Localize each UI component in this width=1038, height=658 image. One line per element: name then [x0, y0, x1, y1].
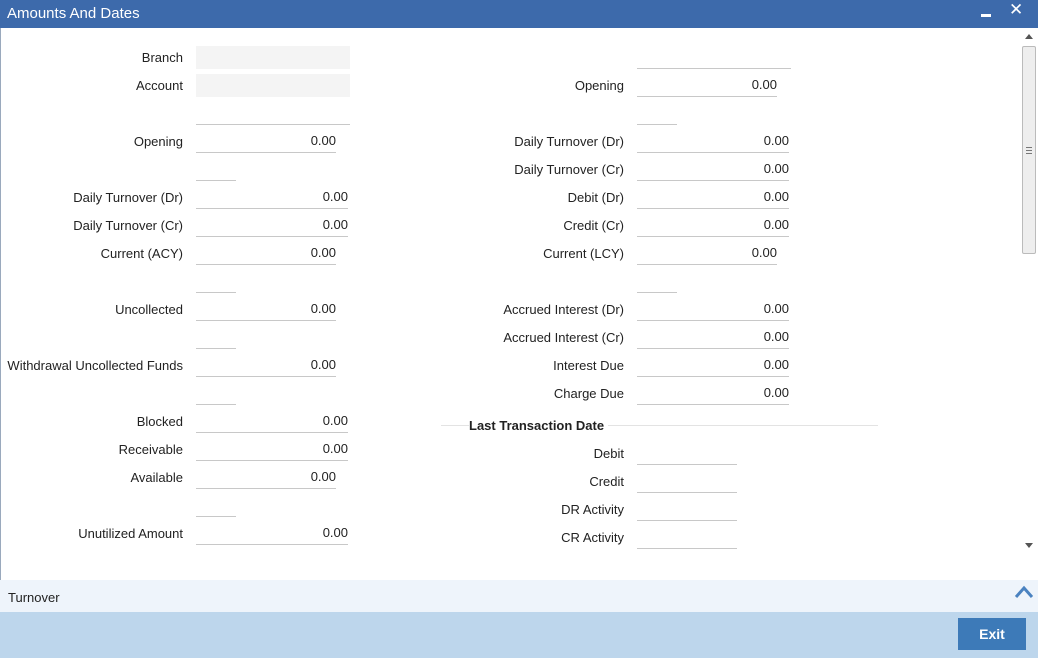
charge-due-label: Charge Due: [553, 386, 624, 401]
receivable-field[interactable]: 0.00: [196, 438, 348, 461]
branch-label: Branch: [141, 50, 183, 65]
footer-bar: Exit: [0, 612, 1038, 658]
left-opening-label: Opening: [133, 134, 183, 149]
left-turnover-ccy-field[interactable]: [196, 158, 236, 181]
cr-activity-label: CR Activity: [561, 530, 624, 545]
amounts-dates-form: Branch Account Opening 0.00 Daily Turnov…: [1, 28, 1021, 580]
left-daily-turnover-cr-field[interactable]: 0.00: [196, 214, 348, 237]
unutilized-ccy-field[interactable]: [196, 494, 236, 517]
right-currency-field[interactable]: [637, 46, 791, 69]
debit-dr-field[interactable]: 0.00: [637, 186, 789, 209]
last-credit-label: Credit: [589, 474, 624, 489]
chevron-up-icon[interactable]: [1014, 584, 1034, 600]
left-daily-turnover-cr-label: Daily Turnover (Cr): [73, 218, 183, 233]
vertical-scrollbar[interactable]: [1021, 28, 1038, 552]
dr-activity-label: DR Activity: [561, 502, 624, 517]
turnover-section-header[interactable]: Turnover: [0, 580, 1038, 612]
last-debit-date-field[interactable]: [637, 442, 737, 465]
close-icon[interactable]: ✕: [1009, 1, 1023, 19]
scroll-grip-icon: [1026, 147, 1032, 154]
right-turnover-ccy-field[interactable]: [637, 102, 677, 125]
branch-field[interactable]: [196, 46, 350, 69]
minimize-icon[interactable]: [981, 14, 991, 17]
accrued-interest-dr-field[interactable]: 0.00: [637, 298, 789, 321]
left-currency-field[interactable]: [196, 102, 350, 125]
uncollected-ccy-field[interactable]: [196, 270, 236, 293]
accrued-interest-cr-field[interactable]: 0.00: [637, 326, 789, 349]
scroll-down-arrow-icon[interactable]: [1025, 543, 1033, 548]
right-daily-turnover-cr-label: Daily Turnover (Cr): [514, 162, 624, 177]
right-daily-turnover-dr-field[interactable]: 0.00: [637, 130, 789, 153]
available-label: Available: [130, 470, 183, 485]
credit-cr-label: Credit (Cr): [563, 218, 624, 233]
current-acy-field[interactable]: 0.00: [196, 242, 336, 265]
unutilized-amount-label: Unutilized Amount: [78, 526, 183, 541]
available-field[interactable]: 0.00: [196, 466, 336, 489]
right-daily-turnover-cr-field[interactable]: 0.00: [637, 158, 789, 181]
left-daily-turnover-dr-field[interactable]: 0.00: [196, 186, 348, 209]
current-lcy-label: Current (LCY): [543, 246, 624, 261]
unutilized-amount-field[interactable]: 0.00: [196, 522, 348, 545]
uncollected-field[interactable]: 0.00: [196, 298, 336, 321]
exit-button[interactable]: Exit: [958, 618, 1026, 650]
left-opening-field[interactable]: 0.00: [196, 130, 336, 153]
turnover-label: Turnover: [8, 590, 60, 605]
last-debit-label: Debit: [593, 446, 624, 461]
right-daily-turnover-dr-label: Daily Turnover (Dr): [514, 134, 624, 149]
withdrawal-uncollected-label: Withdrawal Uncollected Funds: [7, 358, 183, 373]
interest-due-field[interactable]: 0.00: [637, 354, 789, 377]
account-field[interactable]: [196, 74, 350, 97]
window-title: Amounts And Dates: [7, 5, 140, 22]
dr-activity-date-field[interactable]: [637, 498, 737, 521]
right-opening-label: Opening: [574, 78, 624, 93]
blocked-field[interactable]: 0.00: [196, 410, 348, 433]
blocked-ccy-field[interactable]: [196, 382, 236, 405]
receivable-label: Receivable: [118, 442, 183, 457]
last-credit-date-field[interactable]: [637, 470, 737, 493]
interest-due-label: Interest Due: [553, 358, 624, 373]
scroll-up-arrow-icon[interactable]: [1025, 34, 1033, 39]
debit-dr-label: Debit (Dr): [567, 190, 624, 205]
credit-cr-field[interactable]: 0.00: [637, 214, 789, 237]
left-daily-turnover-dr-label: Daily Turnover (Dr): [73, 190, 183, 205]
accrued-ccy-field[interactable]: [637, 270, 677, 293]
cr-activity-date-field[interactable]: [637, 526, 737, 549]
uncollected-label: Uncollected: [115, 302, 183, 317]
withdrawal-uncollected-field[interactable]: 0.00: [196, 354, 336, 377]
withdrawal-ccy-field[interactable]: [196, 326, 236, 349]
accrued-interest-dr-label: Accrued Interest (Dr): [503, 302, 624, 317]
right-opening-field[interactable]: 0.00: [637, 74, 777, 97]
account-label: Account: [136, 78, 183, 93]
last-transaction-date-heading: Last Transaction Date: [469, 418, 609, 433]
accrued-interest-cr-label: Accrued Interest (Cr): [503, 330, 624, 345]
charge-due-field[interactable]: 0.00: [637, 382, 789, 405]
current-acy-label: Current (ACY): [100, 246, 183, 261]
window-titlebar: Amounts And Dates ✕: [0, 0, 1038, 28]
scrollbar-thumb[interactable]: [1022, 46, 1036, 254]
current-lcy-field[interactable]: 0.00: [637, 242, 777, 265]
blocked-label: Blocked: [136, 414, 183, 429]
